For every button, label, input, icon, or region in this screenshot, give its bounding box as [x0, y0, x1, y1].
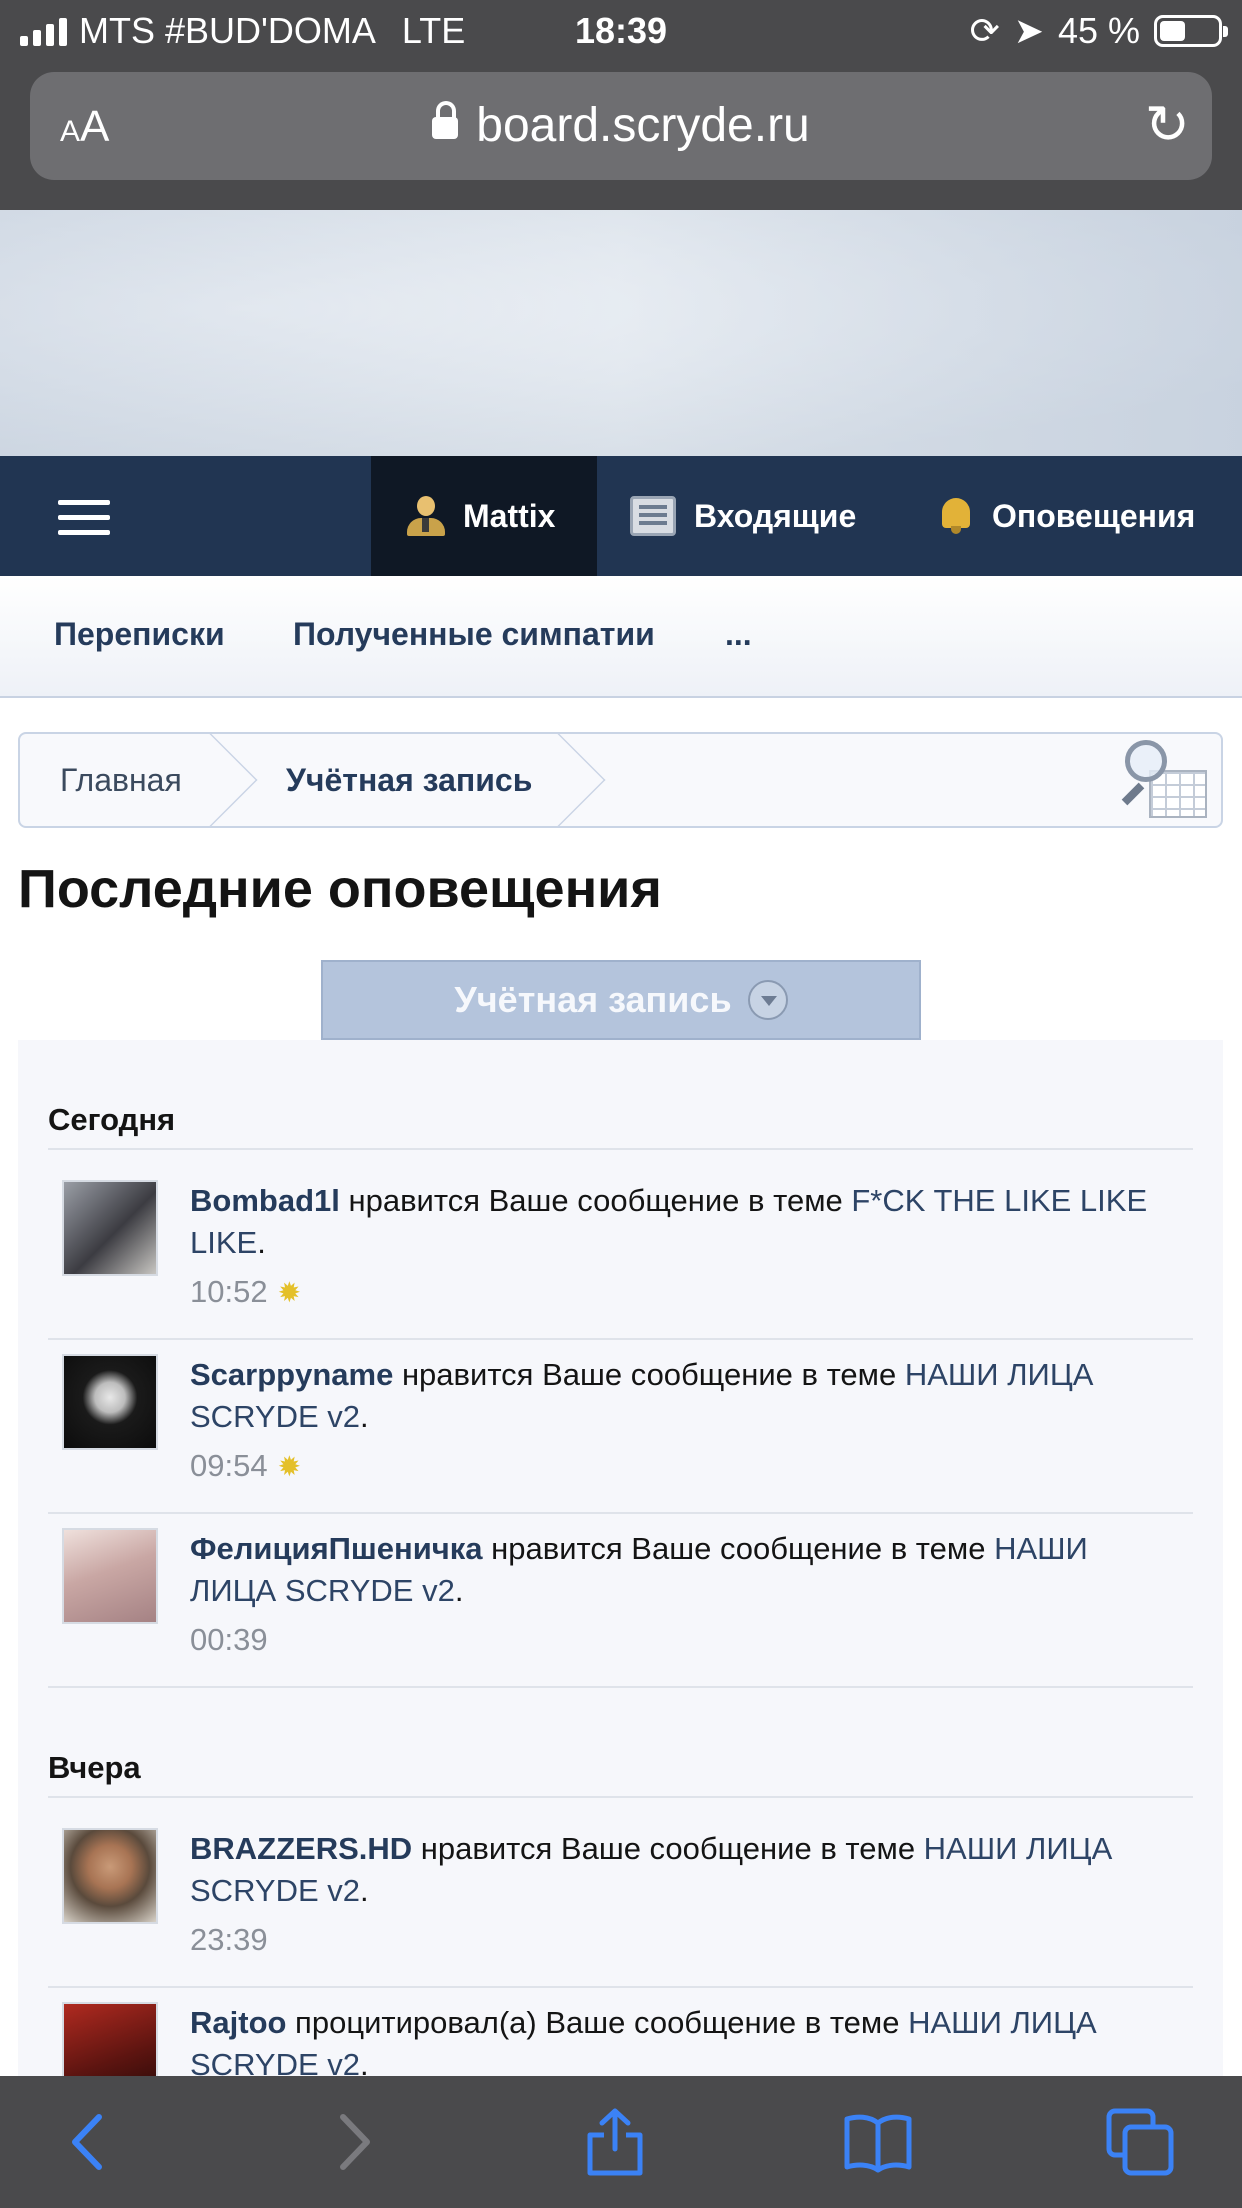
notification-user[interactable]: Scarppyname	[190, 1357, 393, 1392]
avatar[interactable]	[62, 1828, 158, 1924]
avatar[interactable]	[62, 1528, 158, 1624]
notification-user[interactable]: BRAZZERS.HD	[190, 1831, 412, 1866]
back-icon[interactable]	[50, 2102, 130, 2182]
battery-fill	[1160, 21, 1185, 41]
nav-user-tab[interactable]: Mattix	[371, 456, 597, 576]
divider	[48, 1686, 1193, 1688]
battery-icon	[1154, 15, 1228, 47]
notification-end: .	[360, 1399, 369, 1434]
inbox-icon	[630, 496, 676, 536]
nav-inbox-tab[interactable]: Входящие	[630, 456, 856, 576]
nav-alerts-tab[interactable]: Оповещения	[938, 456, 1195, 576]
sparkle-icon: ✹	[277, 1450, 302, 1482]
breadcrumb: Главная Учётная запись	[18, 732, 1223, 828]
notification-time: 09:54	[190, 1448, 268, 1483]
nav-user-label: Mattix	[463, 497, 556, 534]
notification-action: нравится Ваше сообщение в теме	[339, 1183, 852, 1218]
lock-icon	[432, 101, 459, 139]
chevron-down-icon	[747, 980, 788, 1020]
rotation-lock-icon: ⟳	[969, 10, 1000, 51]
main-navbar: Mattix Входящие Оповещения	[0, 456, 1242, 576]
site-header-banner	[0, 210, 1242, 456]
divider	[48, 1512, 1193, 1514]
subnav-more[interactable]: ...	[725, 616, 752, 653]
user-icon	[405, 494, 445, 538]
day-heading-today: Сегодня	[48, 1102, 176, 1137]
share-icon[interactable]	[575, 2102, 655, 2182]
notification-time: 00:39	[190, 1622, 268, 1657]
divider	[48, 1986, 1193, 1988]
browser-chrome: MTS #BUD'DOMA LTE 18:39 ⟳ ➤ 45 % AA boar…	[0, 0, 1242, 210]
battery-percent: 45 %	[1057, 10, 1140, 51]
notification-end: .	[360, 1873, 369, 1908]
bell-icon	[938, 496, 974, 536]
sparkle-icon: ✹	[277, 1276, 302, 1308]
notification-time: 23:39	[190, 1922, 268, 1957]
browser-toolbar	[0, 2076, 1242, 2208]
bookmarks-icon[interactable]	[838, 2102, 918, 2182]
url-display[interactable]: board.scryde.ru	[30, 98, 1212, 153]
notification-end: .	[454, 1573, 464, 1608]
notification-time: 10:52	[190, 1274, 268, 1309]
notification-action: нравится Ваше сообщение в теме	[412, 1831, 924, 1866]
notification-action: процитировал(а) Ваше сообщение в теме	[286, 2005, 909, 2040]
divider	[48, 1338, 1193, 1340]
url-text: board.scryde.ru	[476, 99, 810, 152]
avatar[interactable]	[62, 1180, 158, 1276]
sub-navbar: Переписки Полученные симпатии ...	[0, 576, 1242, 698]
divider	[48, 1796, 1193, 1798]
account-menu-button[interactable]: Учётная запись	[321, 960, 921, 1040]
location-icon: ➤	[1013, 10, 1044, 51]
notification-user[interactable]: Bombad1l	[190, 1183, 340, 1218]
notifications-panel: Сегодня Bombad1l нравится Ваше сообщение…	[18, 1040, 1223, 2098]
breadcrumb-account[interactable]: Учётная запись	[286, 734, 532, 826]
forward-icon[interactable]	[312, 2102, 392, 2182]
account-menu-label: Учётная запись	[454, 979, 732, 1020]
divider	[48, 1148, 1193, 1150]
notification-end: .	[257, 1225, 266, 1260]
menu-icon[interactable]	[58, 500, 110, 545]
day-heading-yesterday: Вчера	[48, 1750, 141, 1785]
nav-alerts-label: Оповещения	[992, 497, 1196, 534]
reload-icon[interactable]: ↻	[1145, 98, 1190, 152]
avatar[interactable]	[62, 1354, 158, 1450]
nav-inbox-label: Входящие	[694, 497, 857, 534]
page-title: Последние оповещения	[18, 859, 662, 919]
subnav-conversations[interactable]: Переписки	[54, 616, 225, 653]
notification-action: нравится Ваше сообщение в теме	[393, 1357, 905, 1392]
subnav-likes-received[interactable]: Полученные симпатии	[293, 616, 655, 653]
notification-user[interactable]: ФелицияПшеничка	[190, 1531, 483, 1566]
address-bar[interactable]: AA board.scryde.ru ↻	[30, 72, 1212, 180]
notification-action: нравится Ваше сообщение в теме	[482, 1531, 995, 1566]
notification-user[interactable]: Rajtoo	[190, 2005, 286, 2040]
status-bar: MTS #BUD'DOMA LTE 18:39 ⟳ ➤ 45 %	[0, 0, 1242, 62]
tabs-icon[interactable]	[1100, 2102, 1180, 2182]
search-icon[interactable]	[1119, 738, 1207, 818]
